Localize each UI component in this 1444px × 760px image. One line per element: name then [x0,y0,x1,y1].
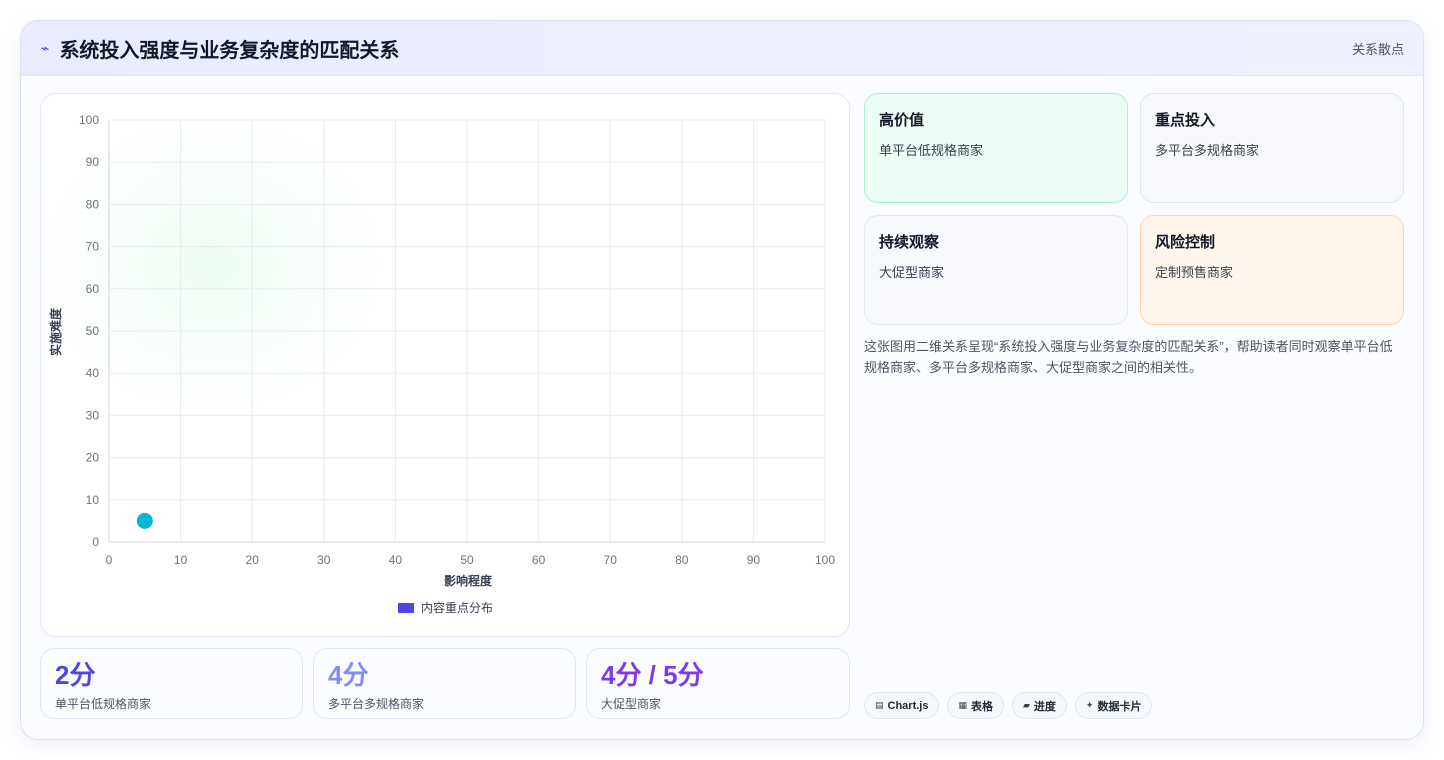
chart-type-tag: 关系散点 [1351,41,1404,57]
quadrant-title: 重点投入 [1155,112,1216,129]
y-tick-label: 50 [86,324,100,338]
stat-card-2: 4分 多平台多规格商家 [313,648,576,719]
pill-table[interactable]: ▦ 表格 [947,692,1004,719]
stat-card-1: 2分 单平台低规格商家 [40,648,303,719]
chart-summary: 这张图用二维关系呈现“系统投入强度与业务复杂度的匹配关系”，帮助读者同时观察单平… [864,339,1393,375]
quadrant-desc: 单平台低规格商家 [879,143,984,158]
pill-label: 进度 [1033,700,1056,713]
panel-header: ⌁ 系统投入强度与业务复杂度的匹配关系 关系散点 [21,21,1423,76]
y-tick-label: 30 [86,408,100,422]
x-tick-label: 40 [389,553,403,567]
x-tick-label: 10 [174,553,188,567]
pill-label: 数据卡片 [1097,700,1142,713]
stat-value: 4分 / 5分 [601,660,704,690]
background-glow [41,94,441,464]
x-tick-label: 70 [604,553,618,567]
stat-label: 大促型商家 [601,697,662,711]
scatter-chart: 0 10 20 30 40 50 60 70 80 90 100 0 10 20 30 40 50 60 70 80 9… [41,94,835,615]
chart-icon: ▤ [875,700,884,710]
y-tick-label: 100 [79,113,99,127]
y-tick-label: 70 [86,240,100,254]
legend-label[interactable]: 内容重点分布 [421,600,493,615]
x-tick-label: 50 [460,553,474,567]
stat-value: 4分 [328,660,369,690]
quadrant-observe: 持续观察 大促型商家 [864,215,1128,325]
table-icon: ▦ [958,700,967,710]
y-tick-label: 10 [86,493,100,507]
progress-icon: ▰ [1023,700,1030,710]
quadrant-desc: 定制预售商家 [1155,265,1234,280]
chart-card: 0 10 20 30 40 50 60 70 80 90 100 0 10 20 30 40 50 60 70 80 9… [40,93,850,637]
quadrant-title: 风险控制 [1155,234,1216,251]
stat-label: 单平台低规格商家 [55,697,152,711]
legend-swatch[interactable] [398,603,414,613]
x-tick-label: 100 [815,553,835,567]
x-tick-label: 80 [675,553,689,567]
data-point[interactable] [136,512,153,529]
quadrant-risk-control: 风险控制 定制预售商家 [1140,215,1404,325]
pill-label: Chart.js [887,699,929,712]
pill-data-card[interactable]: ✦ 数据卡片 [1074,692,1153,719]
stat-card-3: 4分 / 5分 大促型商家 [586,648,850,719]
y-tick-label: 60 [86,282,100,296]
feature-pills: ▤ Chart.js ▦ 表格 ▰ 进度 ✦ 数据卡片 [864,692,1153,719]
x-tick-label: 30 [317,553,331,567]
quadrant-title: 持续观察 [879,234,940,251]
quadrant-desc: 大促型商家 [879,265,945,280]
stat-value: 2分 [55,660,96,690]
pulse-icon: ⌁ [41,39,50,56]
quadrant-focus-invest: 重点投入 多平台多规格商家 [1140,93,1404,203]
y-tick-label: 80 [86,197,100,211]
stat-label: 多平台多规格商家 [328,697,425,711]
quadrant-desc: 多平台多规格商家 [1155,143,1260,158]
page-title: 系统投入强度与业务复杂度的匹配关系 [59,39,400,62]
x-tick-label: 0 [106,553,113,567]
x-axis-label: 影响程度 [444,573,493,588]
y-tick-label: 20 [86,451,100,465]
y-axis-label: 实施难度 [48,307,63,356]
x-tick-label: 20 [246,553,260,567]
y-tick-label: 0 [92,535,99,549]
x-tick-label: 90 [747,553,761,567]
sparkle-icon: ✦ [1085,700,1094,710]
pill-label: 表格 [971,700,993,713]
panel: ⌁ 系统投入强度与业务复杂度的匹配关系 关系散点 0 10 20 30 40 50 60 70… [20,20,1424,740]
pill-chartjs[interactable]: ▤ Chart.js [864,692,940,719]
quadrant-high-value: 高价值 单平台低规格商家 [864,93,1128,203]
y-tick-label: 40 [86,366,100,380]
quadrant-title: 高价值 [879,112,925,129]
pill-progress[interactable]: ▰ 进度 [1012,692,1067,719]
y-tick-label: 90 [86,155,100,169]
x-tick-label: 60 [532,553,546,567]
